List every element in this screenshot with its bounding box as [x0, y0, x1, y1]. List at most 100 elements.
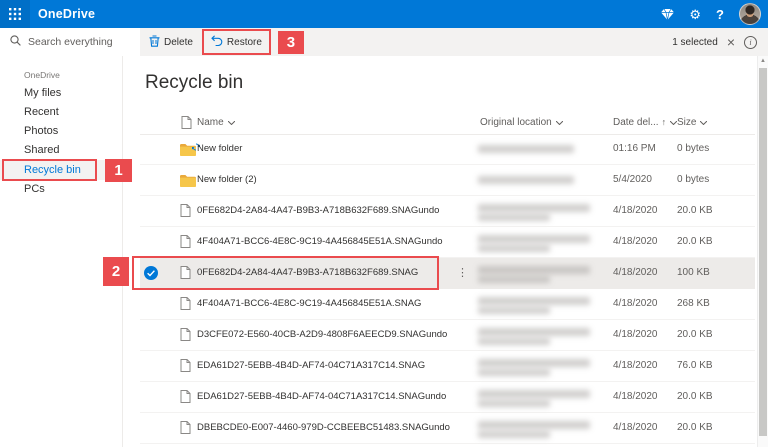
- redacted-location: [478, 359, 590, 367]
- redacted-location: [478, 421, 590, 429]
- redacted-location: [478, 214, 550, 221]
- item-name[interactable]: EDA61D27-5EBB-4B4D-AF74-04C71A317C14.SNA…: [197, 351, 425, 381]
- item-size: 20.0 KB: [677, 196, 713, 226]
- item-name[interactable]: 4F404A71-BCC6-4E8C-9C19-4A456845E51A.SNA…: [197, 289, 421, 319]
- search-placeholder: Search everything: [28, 36, 113, 48]
- item-size: 100 KB: [677, 258, 710, 288]
- top-app-bar: OneDrive ⚙ ?: [0, 0, 768, 28]
- item-size: 20.0 KB: [677, 413, 713, 443]
- redacted-location: [478, 328, 590, 336]
- scrollbar[interactable]: ▲: [757, 56, 768, 447]
- premium-diamond-icon[interactable]: [661, 9, 674, 20]
- selection-cluster: 1 selected × i: [672, 35, 768, 49]
- item-name[interactable]: 0FE682D4-2A84-4A47-B9B3-A718B632F689.SNA…: [197, 196, 439, 226]
- date-deleted: 5/4/2020: [613, 165, 652, 195]
- sort-ascending-icon: ↑: [662, 117, 667, 127]
- date-deleted: 4/18/2020: [613, 382, 658, 412]
- item-size: 0 bytes: [677, 165, 709, 195]
- item-size: 76.0 KB: [677, 351, 713, 381]
- sidebar: OneDrive My files Recent Photos Shared R…: [0, 56, 123, 447]
- settings-gear-icon[interactable]: ⚙: [689, 8, 701, 21]
- onedrive-app: OneDrive ⚙ ? Search everything Delete: [0, 0, 768, 447]
- item-name[interactable]: DBEBCDE0-E007-4460-979D-CCBEEBC51483.SNA…: [197, 413, 450, 443]
- annotation-badge-2: 2: [103, 257, 129, 286]
- item-size: 268 KB: [677, 289, 710, 319]
- column-date-deleted[interactable]: Date del...↑: [613, 117, 677, 128]
- restore-button[interactable]: Restore: [204, 30, 269, 54]
- file-type-column-icon[interactable]: [181, 116, 192, 132]
- scrollbar-up-arrow-icon[interactable]: ▲: [758, 58, 768, 64]
- item-name[interactable]: New folder (2): [197, 165, 257, 195]
- item-name[interactable]: New folder: [197, 134, 242, 164]
- file-icon: [180, 266, 191, 284]
- table-row[interactable]: EDA61D27-5EBB-4B4D-AF74-04C71A317C14.SNA…: [140, 382, 755, 413]
- sidebar-item-recent[interactable]: Recent: [0, 103, 122, 122]
- scrollbar-thumb[interactable]: [759, 68, 767, 436]
- table-row[interactable]: D3CFE072-E560-40CB-A2D9-4808F6AEECD9.SNA…: [140, 320, 755, 351]
- column-name[interactable]: Name: [197, 117, 235, 128]
- redacted-location: [478, 235, 590, 243]
- date-deleted: 4/18/2020: [613, 413, 658, 443]
- sidebar-item-pcs[interactable]: PCs: [0, 180, 122, 199]
- date-deleted: 4/18/2020: [613, 289, 658, 319]
- redacted-location: [478, 338, 550, 345]
- app-launcher-icon[interactable]: [0, 0, 30, 28]
- selected-check-icon[interactable]: [144, 266, 158, 285]
- more-options-icon[interactable]: ⋮: [457, 258, 468, 288]
- redacted-location: [478, 204, 590, 212]
- item-size: 0 bytes: [677, 134, 709, 164]
- file-icon: [180, 359, 191, 377]
- date-deleted: 4/18/2020: [613, 320, 658, 350]
- sidebar-item-photos[interactable]: Photos: [0, 122, 122, 141]
- item-name[interactable]: D3CFE072-E560-40CB-A2D9-4808F6AEECD9.SNA…: [197, 320, 447, 350]
- table-row[interactable]: New folder ⋮ 01:16 PM 0 bytes 2: [140, 134, 755, 165]
- redacted-location: [478, 369, 550, 376]
- command-bar: Delete Restore 3 1 selected × i: [140, 28, 768, 56]
- redacted-location: [478, 297, 590, 305]
- file-icon: [180, 204, 191, 222]
- search-input[interactable]: Search everything: [0, 28, 140, 56]
- table-row[interactable]: EDA61D27-5EBB-4B4D-AF74-04C71A317C14.SNA…: [140, 351, 755, 382]
- date-deleted: 4/18/2020: [613, 227, 658, 257]
- sidebar-section-label: OneDrive: [24, 70, 122, 80]
- table-row[interactable]: 4F404A71-BCC6-4E8C-9C19-4A456845E51A.SNA…: [140, 227, 755, 258]
- chevron-down-icon: [228, 117, 235, 128]
- redacted-location: [478, 276, 550, 283]
- redacted-location: [478, 431, 550, 438]
- item-size: 20.0 KB: [677, 382, 713, 412]
- table-row[interactable]: 0FE682D4-2A84-4A47-B9B3-A718B632F689.SNA…: [140, 196, 755, 227]
- table-row[interactable]: 0FE682D4-2A84-4A47-B9B3-A718B632F689.SNA…: [140, 258, 755, 289]
- column-size[interactable]: Size: [677, 117, 707, 128]
- sidebar-item-my-files[interactable]: My files: [0, 84, 122, 103]
- file-icon: [180, 390, 191, 408]
- redacted-location: [478, 245, 550, 252]
- search-icon: [10, 35, 21, 49]
- date-deleted: 4/18/2020: [613, 351, 658, 381]
- selection-count: 1 selected: [672, 37, 718, 48]
- redacted-location: [478, 176, 574, 184]
- trash-icon: [149, 35, 160, 50]
- item-name[interactable]: 0FE682D4-2A84-4A47-B9B3-A718B632F689.SNA…: [197, 258, 418, 288]
- item-name[interactable]: EDA61D27-5EBB-4B4D-AF74-04C71A317C14.SNA…: [197, 382, 446, 412]
- clear-selection-icon[interactable]: ×: [727, 35, 735, 49]
- file-icon: [180, 235, 191, 253]
- table-row[interactable]: New folder (2) ⋮ 5/4/2020 0 bytes 2: [140, 165, 755, 196]
- table-row[interactable]: DBEBCDE0-E007-4460-979D-CCBEEBC51483.SNA…: [140, 413, 755, 444]
- table-row[interactable]: 4F404A71-BCC6-4E8C-9C19-4A456845E51A.SNA…: [140, 289, 755, 320]
- app-title: OneDrive: [38, 7, 95, 21]
- item-name[interactable]: 4F404A71-BCC6-4E8C-9C19-4A456845E51A.SNA…: [197, 227, 443, 257]
- chevron-down-icon: [556, 117, 563, 128]
- topbar-actions: ⚙ ?: [661, 3, 768, 25]
- annotation-badge-3: 3: [278, 31, 304, 54]
- delete-button[interactable]: Delete: [142, 30, 200, 54]
- redacted-location: [478, 145, 574, 153]
- sidebar-item-shared[interactable]: Shared: [0, 141, 122, 160]
- help-icon[interactable]: ?: [716, 8, 724, 21]
- file-list: New folder ⋮ 01:16 PM 0 bytes 2: [140, 134, 755, 444]
- column-original-location[interactable]: Original location: [480, 117, 563, 128]
- redacted-location: [478, 390, 590, 398]
- annotation-badge-1: 1: [105, 159, 132, 182]
- info-icon[interactable]: i: [744, 36, 757, 49]
- sidebar-item-recycle-bin[interactable]: Recycle bin 1: [0, 160, 122, 180]
- avatar[interactable]: [739, 3, 761, 25]
